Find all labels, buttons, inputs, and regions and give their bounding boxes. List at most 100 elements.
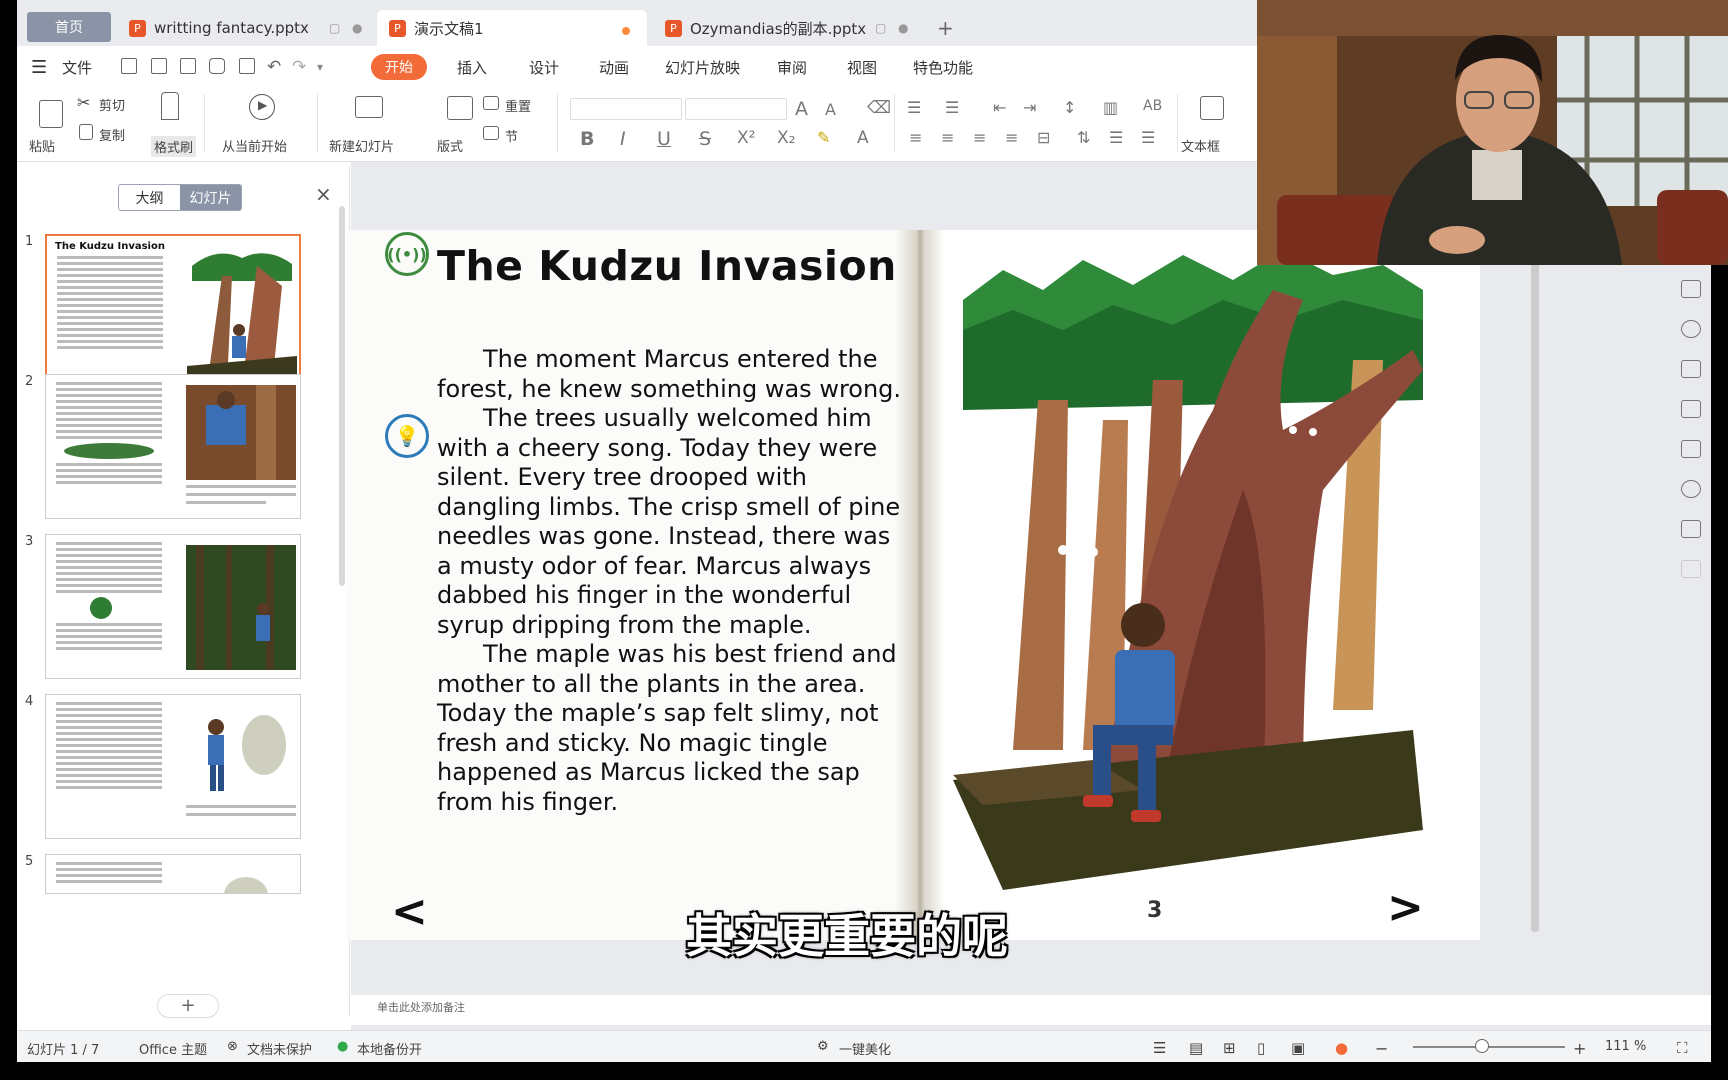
fit-window-icon[interactable]: ⛶	[1677, 1039, 1688, 1057]
menu-insert[interactable]: 插入	[457, 57, 487, 78]
zoom-slider-track[interactable]	[1413, 1046, 1565, 1048]
align-right-icon[interactable]: ≡	[973, 128, 986, 147]
menu-view[interactable]: 视图	[847, 57, 877, 78]
textbox-icon[interactable]	[1200, 96, 1224, 120]
thumbnail-frame[interactable]	[45, 694, 301, 839]
tab-presentation-1[interactable]: P 演示文稿1	[377, 10, 647, 46]
tab-ozymandias[interactable]: P Ozymandias的副本.pptx ▢ ●	[653, 10, 923, 46]
increase-font-icon[interactable]: A	[795, 98, 808, 120]
style-icon[interactable]	[1681, 280, 1701, 298]
menu-file[interactable]: 文件	[62, 57, 92, 78]
strikethrough-button[interactable]: S	[699, 128, 711, 150]
list-format-icon[interactable]: ☰	[1109, 128, 1123, 147]
scissors-icon[interactable]: ✂	[77, 93, 90, 112]
increase-indent-icon[interactable]: ⇥	[1023, 98, 1036, 117]
new-tab-button[interactable]: +	[925, 10, 954, 46]
local-backup[interactable]: 本地备份开	[357, 1039, 422, 1058]
layout-button[interactable]: 版式	[437, 136, 463, 155]
slide-title[interactable]: The Kudzu Invasion	[437, 242, 897, 290]
slide-body-text[interactable]: The moment Marcus entered the forest, he…	[437, 345, 907, 817]
paragraph-spacing-icon[interactable]: ⇅	[1077, 128, 1090, 147]
clear-format-icon[interactable]: ⌫	[867, 98, 891, 118]
lightbulb-icon[interactable]: 💡	[385, 414, 429, 458]
next-page-arrow[interactable]: >	[1387, 882, 1424, 933]
one-click-beautify[interactable]: 一键美化	[839, 1039, 891, 1058]
new-slide-button[interactable]: 新建幻灯片	[329, 136, 394, 155]
highlight-icon[interactable]: ✎	[817, 128, 830, 147]
menu-review[interactable]: 审阅	[777, 57, 807, 78]
thumbnail-frame[interactable]: The Kudzu Invasion	[45, 234, 301, 396]
play-from-current-button[interactable]: 从当前开始	[222, 136, 287, 155]
bold-button[interactable]: B	[580, 128, 594, 150]
italic-button[interactable]: I	[620, 128, 626, 150]
menu-special-features[interactable]: 特色功能	[913, 57, 973, 78]
audio-icon[interactable]: ((•))	[385, 232, 429, 276]
zoom-slider-handle[interactable]	[1475, 1039, 1489, 1053]
close-tab-icon[interactable]: ●	[352, 21, 362, 35]
thumbnail-frame[interactable]	[45, 374, 301, 519]
font-size-select[interactable]	[685, 98, 787, 120]
notes-pane[interactable]: 单击此处添加备注	[351, 995, 1711, 1025]
history-icon[interactable]	[1681, 480, 1701, 498]
format-painter-icon[interactable]	[161, 92, 179, 120]
distribute-icon[interactable]: ⊟	[1037, 128, 1050, 147]
superscript-button[interactable]: X²	[737, 128, 755, 148]
print-icon[interactable]	[209, 58, 225, 74]
format-painter-button[interactable]: 格式刷	[151, 136, 197, 157]
notes-toggle-icon[interactable]: ☰	[1153, 1039, 1166, 1057]
textbox-button[interactable]: 文本框	[1181, 136, 1220, 155]
copy-button[interactable]: 复制	[99, 125, 125, 144]
thumbnail-frame[interactable]	[45, 854, 301, 894]
menu-design[interactable]: 设计	[529, 57, 559, 78]
font-name-select[interactable]	[570, 98, 682, 120]
picture-icon[interactable]	[1681, 520, 1701, 538]
slide-canvas[interactable]: ((•)) 💡 The Kudzu Invasion The moment Ma…	[347, 230, 1480, 940]
text-direction-icon[interactable]: AB	[1143, 98, 1162, 114]
zoom-level[interactable]: 111 %	[1605, 1039, 1646, 1054]
object-icon[interactable]	[1681, 360, 1701, 378]
tab-slides[interactable]: 幻灯片	[180, 185, 241, 210]
thumbnail-frame[interactable]	[45, 534, 301, 679]
play-slideshow-icon[interactable]: ●	[1335, 1039, 1348, 1057]
paste-button[interactable]: 粘贴	[29, 136, 55, 155]
animation-star-icon[interactable]	[1681, 400, 1701, 418]
decrease-font-icon[interactable]: A	[825, 100, 836, 119]
add-slide-button[interactable]: +	[157, 994, 219, 1018]
close-tab-icon[interactable]: ●	[898, 21, 908, 35]
redo-icon[interactable]: ↷	[292, 57, 306, 77]
decrease-indent-icon[interactable]: ⇤	[993, 98, 1006, 117]
open-icon[interactable]	[121, 58, 137, 74]
new-slide-icon[interactable]	[355, 96, 383, 118]
menu-home-start[interactable]: 开始	[371, 54, 427, 80]
cut-button[interactable]: 剪切	[99, 95, 125, 114]
tab-writting-fantacy[interactable]: P writting fantacy.pptx ▢ ●	[117, 10, 372, 46]
settings-sliders-icon[interactable]	[1681, 440, 1701, 458]
normal-view-icon[interactable]: ▤	[1189, 1039, 1203, 1057]
presenter-icon[interactable]: ▣	[1291, 1039, 1305, 1057]
customize-chevron-icon[interactable]: ▾	[317, 60, 323, 74]
export-pdf-icon[interactable]	[180, 58, 196, 74]
thumbnail-scrollbar[interactable]	[339, 206, 345, 586]
undo-icon[interactable]: ↶	[267, 57, 281, 77]
line-spacing-icon[interactable]: ↕	[1063, 98, 1076, 117]
layout-icon[interactable]	[447, 96, 473, 120]
tab-home[interactable]: 首页	[27, 12, 111, 42]
reading-view-icon[interactable]: ▯	[1257, 1039, 1265, 1057]
document-protection[interactable]: 文档未保护	[247, 1039, 312, 1058]
subscript-button[interactable]: X₂	[777, 128, 795, 148]
font-color-icon[interactable]: A	[857, 128, 869, 148]
align-center-icon[interactable]: ≡	[941, 128, 954, 147]
hamburger-icon[interactable]: ☰	[31, 57, 47, 78]
tab-outline[interactable]: 大纲	[119, 185, 180, 210]
effect-icon[interactable]	[1681, 320, 1701, 338]
copy-icon[interactable]	[79, 124, 93, 140]
justify-icon[interactable]: ≡	[1005, 128, 1018, 147]
zoom-out-icon[interactable]: −	[1375, 1039, 1388, 1058]
menu-slideshow[interactable]: 幻灯片放映	[665, 57, 740, 78]
columns-icon[interactable]: ▥	[1103, 98, 1118, 117]
numbering-icon[interactable]: ☰	[945, 98, 959, 117]
save-icon[interactable]	[151, 58, 167, 74]
editor-scrollbar[interactable]	[1531, 242, 1539, 932]
reset-icon[interactable]	[483, 96, 499, 110]
paste-icon[interactable]	[39, 100, 63, 128]
